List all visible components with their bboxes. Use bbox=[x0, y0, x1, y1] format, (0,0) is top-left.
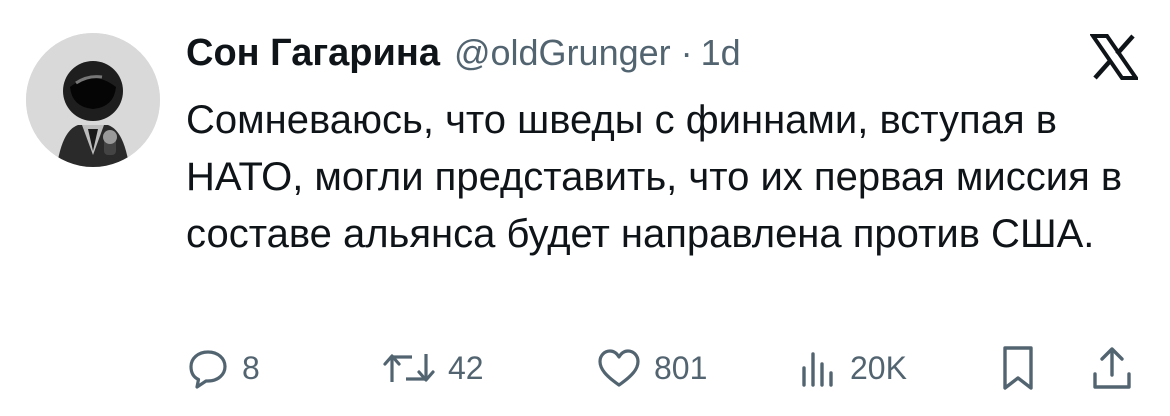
separator-dot: · bbox=[680, 32, 693, 73]
reply-count: 8 bbox=[242, 349, 260, 386]
like-button[interactable]: 801 bbox=[596, 340, 707, 396]
share-icon bbox=[1090, 344, 1134, 392]
tweet-card[interactable]: Сон Гагарина @oldGrunger · 1d Сомневаюсь… bbox=[0, 0, 1170, 416]
reply-button[interactable]: 8 bbox=[186, 340, 260, 396]
heart-icon bbox=[596, 346, 642, 390]
repost-button[interactable]: 42 bbox=[382, 340, 484, 396]
tweet-actions: 8 42 801 20K bbox=[186, 340, 1146, 396]
repost-icon bbox=[382, 346, 436, 390]
user-handle[interactable]: @oldGrunger bbox=[454, 32, 671, 74]
like-count: 801 bbox=[654, 349, 708, 386]
avatar[interactable] bbox=[26, 33, 160, 167]
tweet-header: Сон Гагарина @oldGrunger · 1d bbox=[186, 32, 741, 82]
timestamp[interactable]: 1d bbox=[701, 32, 741, 74]
tweet-text: Сомневаюсь, что шведы с финнами, вступая… bbox=[186, 98, 1123, 256]
bookmark-button[interactable] bbox=[998, 340, 1038, 396]
astronaut-avatar-image bbox=[26, 33, 160, 167]
view-count: 20K bbox=[850, 349, 907, 386]
bookmark-icon bbox=[998, 344, 1038, 392]
views-button[interactable]: 20K bbox=[798, 340, 907, 396]
reply-icon bbox=[186, 346, 230, 390]
repost-count: 42 bbox=[448, 349, 484, 386]
share-button[interactable] bbox=[1090, 340, 1134, 396]
views-icon bbox=[798, 346, 838, 390]
display-name[interactable]: Сон Гагарина bbox=[186, 32, 440, 75]
x-logo-icon[interactable] bbox=[1089, 34, 1140, 80]
